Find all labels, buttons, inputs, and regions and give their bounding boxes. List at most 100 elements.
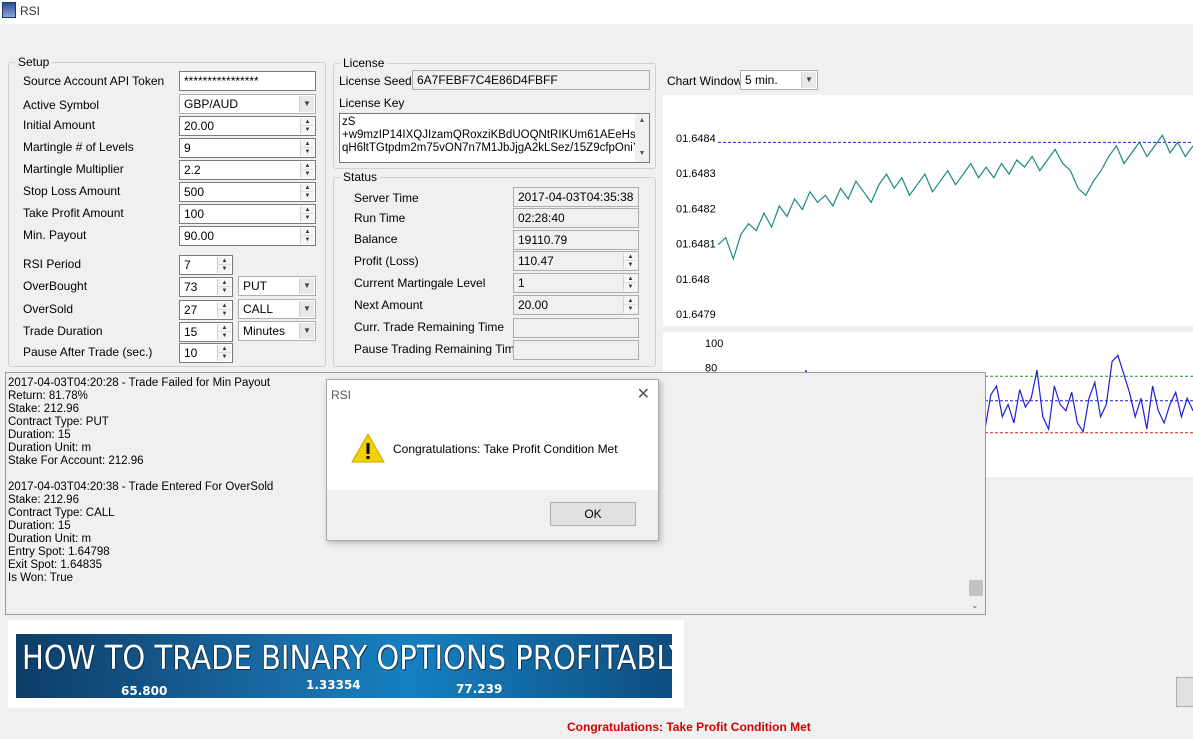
pause-remaining-field[interactable] — [513, 340, 639, 360]
y-tick-label: 01.6481 — [676, 239, 716, 251]
rsi-period-spinner[interactable]: ▲ ▼ — [217, 257, 231, 273]
y-tick-label: 01.6479 — [676, 309, 716, 321]
license-seed-field[interactable]: 6A7FEBF7C4E86D4FBFF — [412, 70, 650, 90]
chevron-down-icon[interactable]: ▼ — [299, 278, 314, 294]
trade-remaining-field[interactable] — [513, 318, 639, 338]
spin-down-icon[interactable]: ▼ — [301, 214, 314, 222]
chevron-down-icon[interactable]: ▼ — [299, 323, 314, 339]
spin-down-icon[interactable]: ▼ — [301, 126, 314, 134]
initial-amount-input[interactable]: 20.00 ▲ ▼ — [179, 116, 316, 136]
license-key-textarea[interactable]: zS +w9mzIP14IXQJIzamQRoxziKBdUOQNtRIKUm6… — [339, 113, 650, 163]
spin-down-icon[interactable]: ▼ — [624, 305, 637, 313]
pause-input[interactable]: 10 ▲ ▼ — [179, 343, 233, 363]
chevron-down-icon[interactable]: ▼ — [801, 72, 816, 88]
oversold-input[interactable]: 27 ▲ ▼ — [179, 300, 233, 320]
spin-down-icon[interactable]: ▼ — [624, 283, 637, 291]
next-amount-field[interactable]: 20.00 ▲ ▼ — [513, 295, 639, 315]
server-time-field[interactable]: 2017-04-03T04:35:38 — [513, 187, 639, 207]
profit-spinner[interactable]: ▲ ▼ — [623, 253, 637, 269]
martingale-level-field[interactable]: 1 ▲ ▼ — [513, 273, 639, 293]
side-button[interactable] — [1176, 677, 1193, 707]
spin-down-icon[interactable]: ▼ — [218, 332, 231, 340]
setup-title: Setup — [15, 55, 53, 69]
banner-image[interactable]: HOW TO TRADE BINARY OPTIONS PROFITABLY 6… — [16, 634, 672, 698]
spin-down-icon[interactable]: ▼ — [301, 236, 314, 244]
y-tick-label: 01.648 — [676, 274, 710, 286]
spin-up-icon[interactable]: ▲ — [624, 253, 637, 261]
take-profit-input[interactable]: 100 ▲ ▼ — [179, 204, 316, 224]
oversold-type-select[interactable]: CALL ▼ — [238, 299, 316, 319]
spin-up-icon[interactable]: ▲ — [624, 275, 637, 283]
oversold-label: OverSold — [23, 302, 74, 316]
chevron-down-icon[interactable]: ▼ — [299, 96, 314, 112]
spin-up-icon[interactable]: ▲ — [218, 345, 231, 353]
spin-down-icon[interactable]: ▼ — [218, 265, 231, 273]
trade-duration-spinner[interactable]: ▲ ▼ — [217, 324, 231, 340]
min-payout-input[interactable]: 90.00 ▲ ▼ — [179, 226, 316, 246]
dialog-title: RSI — [331, 388, 352, 402]
overbought-input[interactable]: 73 ▲ ▼ — [179, 277, 233, 297]
spin-up-icon[interactable]: ▲ — [218, 302, 231, 310]
chevron-down-icon[interactable]: ▼ — [299, 301, 314, 317]
trade-duration-unit-select[interactable]: Minutes ▼ — [238, 321, 316, 341]
martingale-level-spinner[interactable]: ▲ ▼ — [623, 275, 637, 291]
license-key-scrollbar[interactable]: ▲ ▼ — [635, 114, 649, 162]
dialog-message: Congratulations: Take Profit Condition M… — [393, 442, 618, 456]
api-token-input[interactable]: **************** — [179, 71, 316, 91]
spin-up-icon[interactable]: ▲ — [301, 206, 314, 214]
spin-down-icon[interactable]: ▼ — [218, 287, 231, 295]
scroll-down-icon[interactable]: ▼ — [635, 147, 649, 160]
spin-up-icon[interactable]: ▲ — [218, 279, 231, 287]
martingale-level-value: 1 — [518, 276, 525, 290]
stop-loss-spinner[interactable]: ▲ ▼ — [300, 184, 314, 200]
spin-down-icon[interactable]: ▼ — [301, 148, 314, 156]
spin-up-icon[interactable]: ▲ — [301, 118, 314, 126]
martingale-level-label: Current Martingale Level — [354, 276, 486, 290]
window-title: RSI — [20, 4, 41, 18]
stop-loss-input[interactable]: 500 ▲ ▼ — [179, 182, 316, 202]
min-payout-spinner[interactable]: ▲ ▼ — [300, 228, 314, 244]
next-amount-spinner[interactable]: ▲ ▼ — [623, 297, 637, 313]
scroll-up-icon[interactable]: ▲ — [635, 114, 649, 127]
active-symbol-select[interactable]: GBP/AUD ▼ — [179, 94, 316, 114]
spin-up-icon[interactable]: ▲ — [624, 297, 637, 305]
spin-up-icon[interactable]: ▲ — [301, 140, 314, 148]
run-time-field[interactable]: 02:28:40 — [513, 208, 639, 228]
martingale-levels-spinner[interactable]: ▲ ▼ — [300, 140, 314, 156]
oversold-spinner[interactable]: ▲ ▼ — [217, 302, 231, 318]
banner-number: 1.33354 — [306, 678, 361, 692]
api-token-label: Source Account API Token — [23, 74, 165, 88]
spin-down-icon[interactable]: ▼ — [624, 261, 637, 269]
chart-window-select[interactable]: 5 min. ▼ — [740, 70, 818, 90]
banner-number: 65.800 — [121, 684, 168, 698]
martingale-multiplier-input[interactable]: 2.2 ▲ ▼ — [179, 160, 316, 180]
overbought-type-select[interactable]: PUT ▼ — [238, 276, 316, 296]
spin-down-icon[interactable]: ▼ — [218, 353, 231, 361]
spin-up-icon[interactable]: ▲ — [218, 257, 231, 265]
overbought-spinner[interactable]: ▲ ▼ — [217, 279, 231, 295]
close-icon[interactable]: ✕ — [637, 384, 650, 404]
spin-up-icon[interactable]: ▲ — [218, 324, 231, 332]
spin-up-icon[interactable]: ▲ — [301, 162, 314, 170]
log-scroll-thumb[interactable] — [969, 580, 983, 596]
pause-value: 10 — [184, 346, 198, 360]
spin-down-icon[interactable]: ▼ — [218, 310, 231, 318]
take-profit-spinner[interactable]: ▲ ▼ — [300, 206, 314, 222]
spin-up-icon[interactable]: ▲ — [301, 228, 314, 236]
martingale-levels-input[interactable]: 9 ▲ ▼ — [179, 138, 316, 158]
license-key-line: zS — [342, 116, 356, 128]
balance-field[interactable]: 19110.79 — [513, 230, 639, 250]
pause-spinner[interactable]: ▲ ▼ — [217, 345, 231, 361]
rsi-period-input[interactable]: 7 ▲ ▼ — [179, 255, 233, 275]
ok-button[interactable]: OK — [550, 502, 636, 526]
spin-down-icon[interactable]: ▼ — [301, 192, 314, 200]
trade-duration-input[interactable]: 15 ▲ ▼ — [179, 322, 233, 342]
martingale-multiplier-spinner[interactable]: ▲ ▼ — [300, 162, 314, 178]
y-tick-label: 01.6484 — [676, 133, 716, 145]
profit-field[interactable]: 110.47 ▲ ▼ — [513, 251, 639, 271]
spin-up-icon[interactable]: ▲ — [301, 184, 314, 192]
spin-down-icon[interactable]: ▼ — [301, 170, 314, 178]
initial-amount-spinner[interactable]: ▲ ▼ — [300, 118, 314, 134]
scroll-down-icon[interactable]: ⌄ — [971, 600, 979, 611]
log-scrollbar[interactable]: ⌄ — [968, 478, 985, 614]
